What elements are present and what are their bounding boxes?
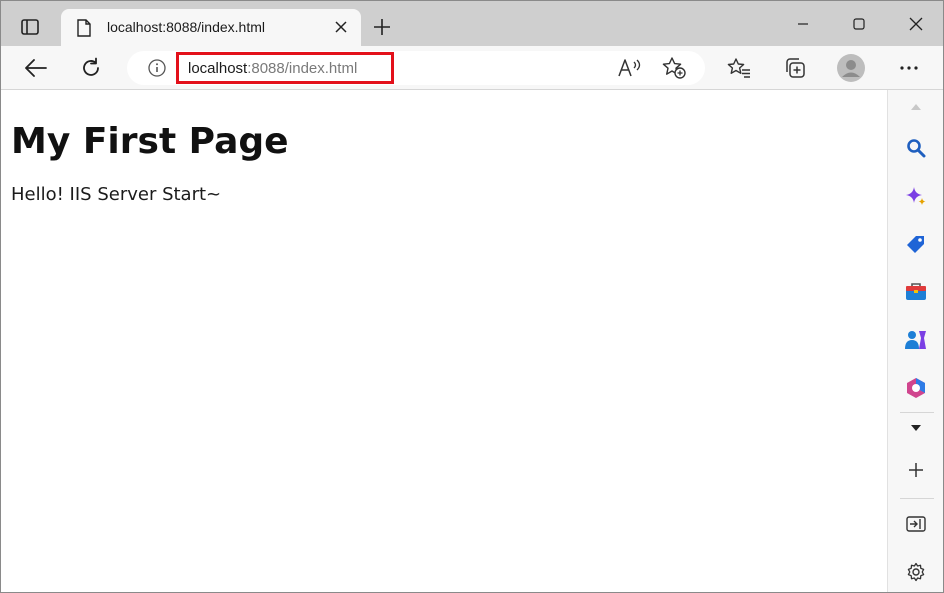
address-bar[interactable]: localhost:8088/index.html <box>127 51 705 85</box>
collections-button[interactable] <box>779 52 811 84</box>
add-favorite-icon[interactable] <box>661 56 687 80</box>
reload-button[interactable] <box>75 52 107 84</box>
minimize-button[interactable] <box>773 1 833 46</box>
more-options-button[interactable] <box>893 52 925 84</box>
info-icon[interactable] <box>147 58 167 78</box>
url-path: :8088/index.html <box>247 59 358 77</box>
arrow-left-icon <box>25 59 47 77</box>
sidebar-item-search[interactable] <box>900 132 932 164</box>
profile-button[interactable] <box>835 52 867 84</box>
hide-sidebar-icon <box>906 516 926 532</box>
settings-icon <box>907 562 925 582</box>
add-icon <box>909 463 923 477</box>
avatar-icon <box>837 54 865 82</box>
sidebar-more-button[interactable] <box>900 412 932 444</box>
chevron-down-icon <box>911 425 921 431</box>
maximize-button[interactable] <box>829 1 889 46</box>
tab-actions-icon <box>21 19 39 35</box>
page-paragraph: Hello! IIS Server Start~ <box>11 184 222 205</box>
copilot-icon <box>906 187 926 205</box>
sidebar-item-tools[interactable] <box>900 276 932 308</box>
search-icon <box>907 139 926 158</box>
office-icon <box>907 378 925 398</box>
sidebar <box>887 90 943 592</box>
page-content: My First Page Hello! IIS Server Start~ <box>1 90 887 592</box>
sidebar-add-button[interactable] <box>900 454 932 486</box>
sidebar-item-shopping[interactable] <box>900 228 932 260</box>
games-icon <box>905 331 926 349</box>
sidebar-divider <box>900 498 934 499</box>
ellipsis-icon <box>900 66 918 70</box>
sidebar-item-office[interactable] <box>900 372 932 404</box>
sidebar-item-games[interactable] <box>900 324 932 356</box>
tools-icon <box>906 283 926 300</box>
page-icon <box>77 19 91 37</box>
close-icon <box>909 17 923 30</box>
url-host: localhost <box>188 59 248 77</box>
new-tab-button[interactable] <box>367 12 397 42</box>
favorites-button[interactable] <box>723 52 755 84</box>
toolbar: localhost:8088/index.html <box>1 46 943 90</box>
read-aloud-icon[interactable] <box>617 56 643 80</box>
close-window-button[interactable] <box>886 1 943 46</box>
tab-strip: localhost:8088/index.html <box>1 1 943 46</box>
scroll-up-icon <box>911 104 921 110</box>
page-title: My First Page <box>11 121 289 162</box>
back-button[interactable] <box>20 52 52 84</box>
refresh-icon <box>83 57 99 76</box>
minimize-icon <box>798 22 808 25</box>
browser-window: localhost:8088/index.html localhost:808… <box>0 0 944 593</box>
url-highlight-box[interactable]: localhost:8088/index.html <box>176 52 394 84</box>
shopping-tag-icon <box>907 236 924 253</box>
sidebar-item-copilot[interactable] <box>900 180 932 212</box>
tab-actions-button[interactable] <box>13 12 47 42</box>
sidebar-scroll-up[interactable] <box>900 91 932 123</box>
maximize-icon <box>853 17 865 30</box>
close-icon <box>335 21 347 33</box>
tab-active[interactable]: localhost:8088/index.html <box>61 9 361 46</box>
tab-title: localhost:8088/index.html <box>107 19 265 35</box>
favorites-icon <box>727 58 750 78</box>
sidebar-hide-button[interactable] <box>900 508 932 540</box>
collections-icon <box>786 58 805 78</box>
plus-icon <box>374 19 390 35</box>
close-tab-button[interactable] <box>329 15 353 39</box>
sidebar-settings-button[interactable] <box>900 556 932 588</box>
